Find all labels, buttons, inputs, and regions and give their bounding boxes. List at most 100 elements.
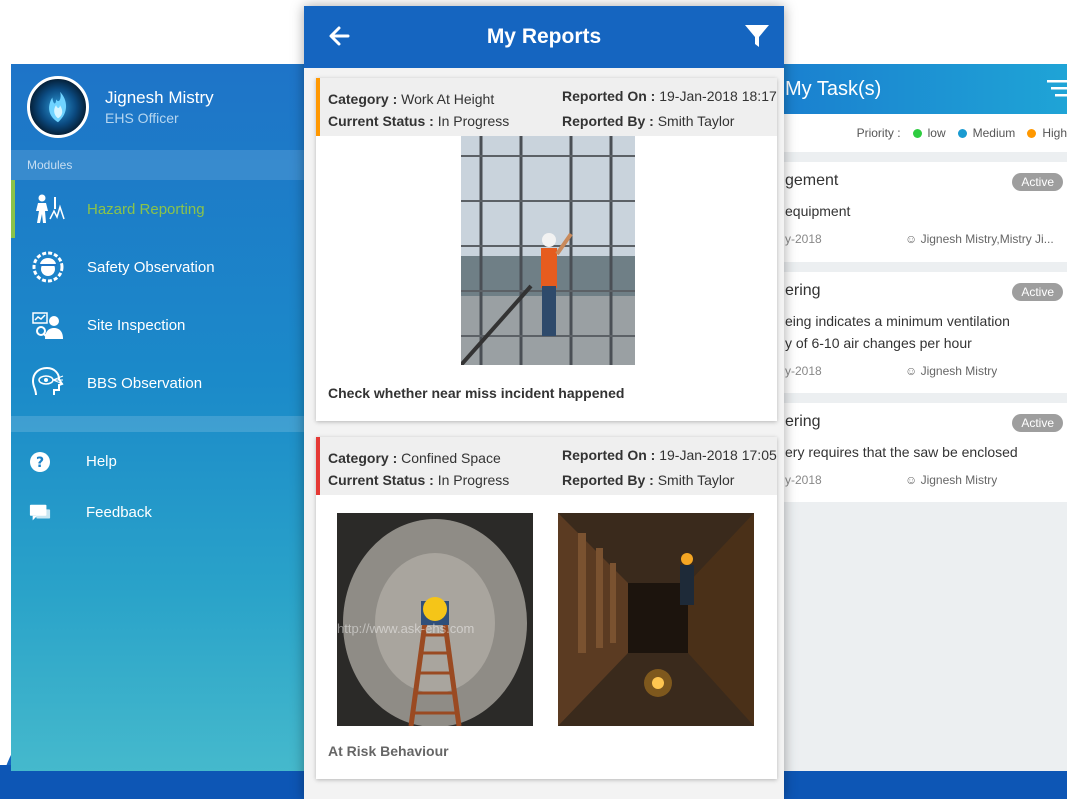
user-profile[interactable]: Jignesh Mistry EHS Officer (11, 64, 311, 150)
task-date: y-2018 (785, 473, 822, 487)
reported-on-label: Reported On : (562, 88, 656, 104)
report-card-header: Category : Work At Height Current Status… (316, 78, 777, 136)
reported-by-value: Smith Taylor (657, 472, 735, 488)
reported-on-value: 19-Jan-2018 17:05 (659, 447, 777, 463)
tasks-title: My Task(s) (785, 77, 882, 100)
task-assignee-name: Jignesh Mistry (920, 473, 998, 487)
category-label: Category : (328, 450, 398, 466)
reports-header: My Reports (304, 6, 784, 68)
task-description-line: y of 6-10 air changes per hour (785, 335, 972, 351)
reported-on-value: 19-Jan-2018 18:17 (659, 88, 777, 104)
report-photo-ladder[interactable]: http://www.ask-ehs.com (337, 513, 533, 726)
task-description: ery requires that the saw be enclosed (785, 444, 1018, 460)
site-inspector-icon (29, 306, 67, 344)
task-date: y-2018 (785, 232, 822, 246)
report-caption: At Risk Behaviour (328, 743, 449, 759)
page-title: My Reports (486, 25, 602, 48)
side-menu-screen: Jignesh Mistry EHS Officer Modules Hazar… (11, 64, 311, 771)
menu-item-feedback[interactable]: Feedback (11, 487, 311, 538)
menu-item-safety-observation[interactable]: Safety Observation (11, 238, 311, 296)
task-description: equipment (785, 203, 851, 219)
sort-icon[interactable] (1047, 78, 1067, 103)
task-date: y-2018 (785, 364, 822, 378)
report-accent-bar (316, 437, 320, 495)
reported-on-label: Reported On : (562, 447, 656, 463)
category-value: Confined Space (401, 450, 501, 466)
reported-by-value: Smith Taylor (657, 113, 735, 129)
status-badge: Active (1012, 283, 1063, 301)
task-description-line: eing indicates a minimum ventilation (785, 313, 1010, 329)
status-label: Current Status : (328, 472, 434, 488)
help-label: Help (86, 453, 117, 470)
tasks-header: My Task(s) (775, 64, 1067, 114)
report-photo-tunnel[interactable] (558, 513, 754, 726)
task-assignee-name: Jignesh Mistry (920, 364, 998, 378)
priority-high-dot (1027, 128, 1037, 138)
svg-text:?: ? (36, 455, 44, 471)
task-assignee: ☺ Jignesh Mistry (905, 473, 998, 487)
reported-by-label: Reported By : (562, 472, 654, 488)
my-tasks-screen: My Task(s) Priority : low Medium High ge… (775, 64, 1067, 771)
menu-item-label: Site Inspection (87, 316, 186, 334)
status-value: In Progress (437, 113, 510, 129)
priority-high-label: High (1042, 126, 1067, 140)
head-eye-icon (29, 364, 67, 402)
my-reports-screen: My Reports Category : Work At Height Cur… (304, 6, 784, 799)
avatar-flame-icon (49, 91, 67, 123)
menu-item-help[interactable]: ? Help (11, 436, 311, 487)
safety-helmet-gear-icon (29, 248, 67, 286)
reported-by-label: Reported By : (562, 113, 654, 129)
menu-item-label: BBS Observation (87, 374, 203, 392)
task-card[interactable]: gement Active equipment y-2018 ☺ Jignesh… (775, 162, 1067, 262)
menu-item-site-inspection[interactable]: Site Inspection (11, 296, 311, 354)
category-value: Work At Height (401, 91, 495, 107)
task-card[interactable]: ering Active ery requires that the saw b… (775, 403, 1067, 502)
report-category: Category : Confined Space (328, 450, 501, 466)
feedback-icon (29, 502, 51, 524)
task-assignee: ☺ Jignesh Mistry,Mistry Ji... (905, 232, 1054, 246)
menu-item-label: Hazard Reporting (87, 200, 205, 218)
menu-item-hazard-reporting[interactable]: Hazard Reporting (11, 180, 311, 238)
menu-divider (11, 416, 311, 432)
task-assignee-name: Jignesh Mistry,Mistry Ji... (920, 232, 1054, 246)
priority-medium-label: Medium (972, 126, 1016, 140)
report-caption: Check whether near miss incident happene… (328, 385, 625, 401)
menu-item-label: Safety Observation (87, 258, 215, 276)
status-value: In Progress (437, 472, 510, 488)
feedback-label: Feedback (86, 504, 152, 521)
report-accent-bar (316, 78, 320, 136)
report-card[interactable]: Category : Confined Space Current Status… (316, 437, 777, 779)
user-role: EHS Officer (105, 110, 179, 126)
category-label: Category : (328, 91, 398, 107)
status-badge: Active (1012, 414, 1063, 432)
photo-watermark: http://www.ask-ehs.com (337, 621, 475, 636)
priority-medium-dot (957, 128, 967, 138)
status-badge: Active (1012, 173, 1063, 191)
task-assignee: ☺ Jignesh Mistry (905, 364, 998, 378)
back-arrow-icon[interactable] (328, 25, 350, 52)
help-icon: ? (29, 451, 51, 473)
priority-low-label: low (927, 126, 946, 140)
priority-legend: Priority : low Medium High (775, 114, 1067, 152)
report-reported-by: Reported By : Smith Taylor (562, 472, 734, 488)
report-status: Current Status : In Progress (328, 113, 509, 129)
report-photo-scaffolding[interactable] (461, 136, 635, 365)
report-card[interactable]: Category : Work At Height Current Status… (316, 78, 777, 421)
avatar (27, 76, 89, 138)
status-label: Current Status : (328, 113, 434, 129)
priority-label: Priority : (856, 126, 901, 140)
modules-section-label: Modules (11, 150, 311, 180)
task-description: eing indicates a minimum ventilation y o… (785, 310, 1059, 354)
report-category: Category : Work At Height (328, 91, 494, 107)
report-reported-on: Reported On : 19-Jan-2018 18:17 (562, 88, 777, 104)
filter-funnel-icon[interactable] (744, 23, 770, 54)
priority-low-dot (912, 128, 922, 138)
hazard-worker-icon (29, 190, 67, 228)
user-name: Jignesh Mistry (105, 88, 214, 107)
task-card[interactable]: ering Active eing indicates a minimum ve… (775, 272, 1067, 393)
menu-item-bbs-observation[interactable]: BBS Observation (11, 354, 311, 412)
report-reported-on: Reported On : 19-Jan-2018 17:05 (562, 447, 777, 463)
report-card-header: Category : Confined Space Current Status… (316, 437, 777, 495)
report-reported-by: Reported By : Smith Taylor (562, 113, 734, 129)
report-status: Current Status : In Progress (328, 472, 509, 488)
